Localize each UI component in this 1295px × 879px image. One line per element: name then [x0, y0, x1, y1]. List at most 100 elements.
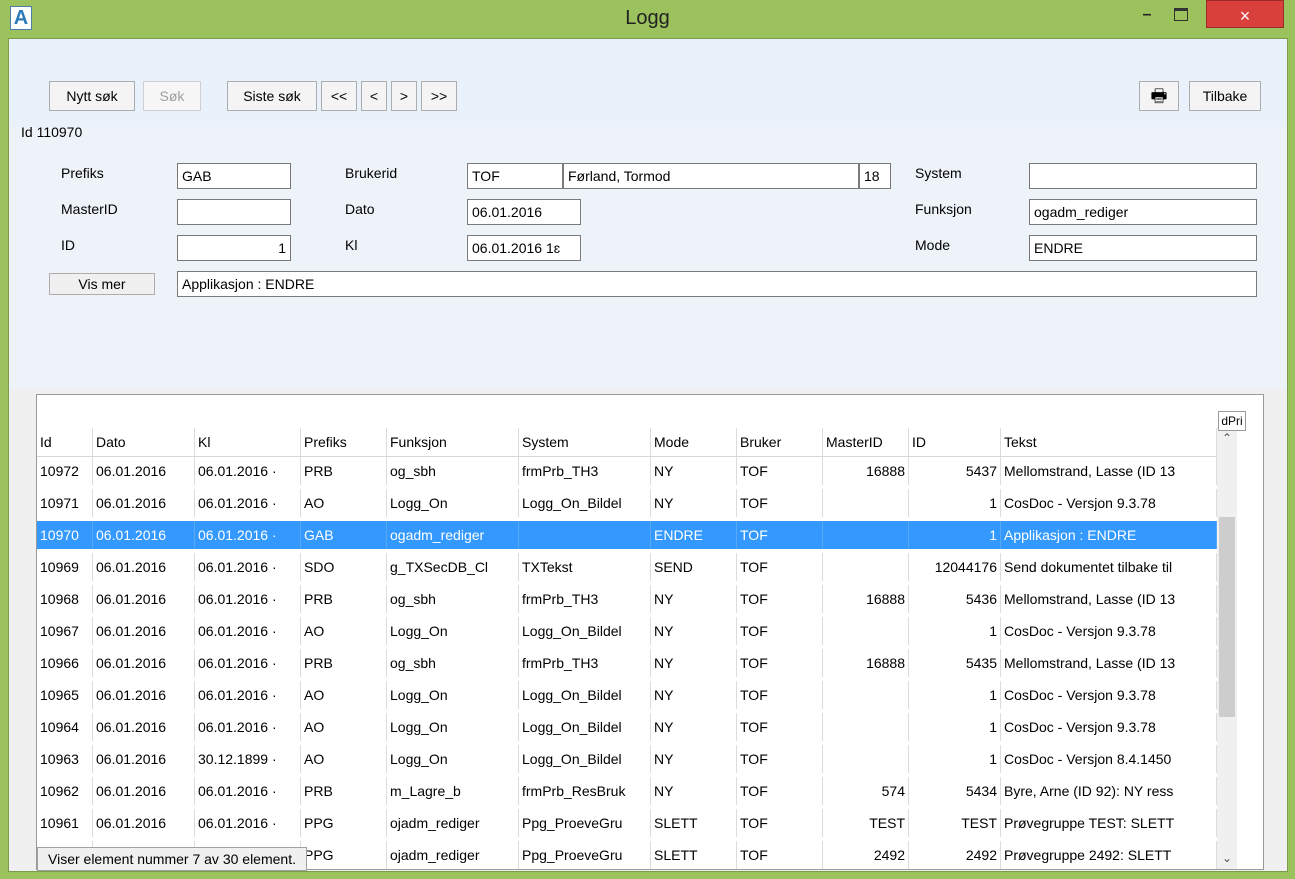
table-row[interactable]: 10967 06.01.2016 06.01.2016 · AO Logg_On Logg…	[37, 617, 1217, 645]
status-bar: Viser element nummer 7 av 30 element.	[37, 847, 307, 871]
log-grid[interactable]: dPri Id Dato Kl Prefiks Funksjon System Mode Br…	[36, 394, 1264, 870]
table-cell: SEND	[651, 553, 737, 581]
column-header[interactable]: Prefiks	[301, 428, 387, 456]
minimize-button[interactable]: –	[1132, 0, 1162, 30]
table-cell: 10965	[37, 681, 93, 709]
id-label: ID	[61, 237, 75, 253]
table-row[interactable]: 10970 06.01.2016 06.01.2016 · GAB ogadm_redi…	[37, 521, 1217, 549]
table-row[interactable]: 10964 06.01.2016 06.01.2016 · AO Logg_On Logg…	[37, 713, 1217, 741]
table-row[interactable]: 10969 06.01.2016 06.01.2016 · SDO g_TXSecDB_…	[37, 553, 1217, 581]
table-row[interactable]: 10962 06.01.2016 06.01.2016 · PRB m_Lagre_b f…	[37, 777, 1217, 805]
column-header[interactable]: Kl	[195, 428, 301, 456]
table-cell: TEST	[823, 809, 909, 837]
prefiks-label: Prefiks	[61, 165, 104, 181]
table-cell: Send dokumentet tilbake til	[1001, 553, 1217, 581]
column-header[interactable]: System	[519, 428, 651, 456]
table-cell: Mellomstrand, Lasse (ID 13	[1001, 649, 1217, 677]
table-cell: 06.01.2016 ·	[195, 649, 301, 677]
table-cell: TOF	[737, 681, 823, 709]
prefiks-field[interactable]: GAB	[177, 163, 291, 189]
table-cell: 10971	[37, 489, 93, 517]
funksjon-field[interactable]: ogadm_rediger	[1029, 199, 1257, 225]
table-cell: 16888	[823, 457, 909, 485]
table-cell: 06.01.2016 ·	[195, 489, 301, 517]
table-cell: CosDoc - Versjon 9.3.78	[1001, 713, 1217, 741]
table-cell: TOF	[737, 553, 823, 581]
table-cell: Logg_On_Bildel	[519, 617, 651, 645]
table-cell: CosDoc - Versjon 9.3.78	[1001, 617, 1217, 645]
table-cell: TOF	[737, 457, 823, 485]
table-cell: 06.01.2016	[93, 745, 195, 773]
column-header[interactable]: MasterID	[823, 428, 909, 456]
vis-mer-button[interactable]: Vis mer	[49, 273, 155, 295]
table-cell: 10967	[37, 617, 93, 645]
table-cell: Logg_On_Bildel	[519, 713, 651, 741]
system-field[interactable]	[1029, 163, 1257, 189]
table-cell: CosDoc - Versjon 8.4.1450	[1001, 745, 1217, 773]
table-row[interactable]: 10965 06.01.2016 06.01.2016 · AO Logg_On Logg…	[37, 681, 1217, 709]
table-cell: 06.01.2016	[93, 489, 195, 517]
column-header[interactable]: Id	[37, 428, 93, 456]
previous-record-button[interactable]: <	[361, 81, 387, 111]
column-header[interactable]: Funksjon	[387, 428, 519, 456]
table-cell: 2492	[909, 841, 1001, 869]
new-search-button[interactable]: Nytt søk	[49, 81, 135, 111]
table-cell: 16888	[823, 649, 909, 677]
column-header[interactable]: Mode	[651, 428, 737, 456]
table-cell: NY	[651, 585, 737, 613]
table-cell: 06.01.2016	[93, 521, 195, 549]
table-cell: 10961	[37, 809, 93, 837]
table-row[interactable]: 10971 06.01.2016 06.01.2016 · AO Logg_On Logg…	[37, 489, 1217, 517]
mode-field[interactable]: ENDRE	[1029, 235, 1257, 261]
table-row[interactable]: 10961 06.01.2016 06.01.2016 · PPG ojadm_redi…	[37, 809, 1217, 837]
scroll-up-icon[interactable]: ⌃	[1217, 431, 1237, 449]
table-row[interactable]: 10966 06.01.2016 06.01.2016 · PRB og_sbh frmP…	[37, 649, 1217, 677]
table-cell	[823, 521, 909, 549]
close-button[interactable]: ×	[1206, 0, 1284, 28]
table-cell: 5435	[909, 649, 1001, 677]
maximize-button[interactable]	[1164, 0, 1198, 30]
masterid-field[interactable]	[177, 199, 291, 225]
toolbar: Nytt søk Søk Siste søk << < > >> 🖶 Tilba…	[9, 39, 1287, 127]
column-header[interactable]: ID	[909, 428, 1001, 456]
next-record-button[interactable]: >	[391, 81, 417, 111]
kl-field[interactable]: 06.01.2016 1ɛ	[467, 235, 581, 261]
table-cell: TOF	[737, 713, 823, 741]
table-cell: 16888	[823, 585, 909, 613]
table-cell: frmPrb_ResBruk	[519, 777, 651, 805]
column-header[interactable]: Bruker	[737, 428, 823, 456]
table-cell: 1	[909, 745, 1001, 773]
table-cell: ogadm_rediger	[387, 521, 519, 549]
vertical-scrollbar[interactable]: ⌃ ⌄	[1217, 431, 1237, 869]
scrollbar-thumb[interactable]	[1219, 517, 1235, 717]
last-search-button[interactable]: Siste søk	[227, 81, 317, 111]
table-row[interactable]: 10972 06.01.2016 06.01.2016 · PRB og_sbh frmP…	[37, 457, 1217, 485]
last-record-button[interactable]: >>	[421, 81, 457, 111]
table-row[interactable]: 10968 06.01.2016 06.01.2016 · PRB og_sbh frmP…	[37, 585, 1217, 613]
table-cell: AO	[301, 617, 387, 645]
table-row[interactable]: 10963 06.01.2016 30.12.1899 · AO Logg_On Logg…	[37, 745, 1217, 773]
table-cell: frmPrb_TH3	[519, 585, 651, 613]
table-cell	[823, 553, 909, 581]
first-record-button[interactable]: <<	[321, 81, 357, 111]
table-cell: SLETT	[651, 809, 737, 837]
table-cell: NY	[651, 745, 737, 773]
brukerid-field[interactable]: TOF	[467, 163, 563, 189]
search-button[interactable]: Søk	[143, 81, 201, 111]
dato-field[interactable]: 06.01.2016	[467, 199, 581, 225]
column-header[interactable]: Tekst	[1001, 428, 1217, 456]
tekst-field[interactable]: Applikasjon : ENDRE	[177, 271, 1257, 297]
table-cell: TEST	[909, 809, 1001, 837]
funksjon-label: Funksjon	[915, 201, 972, 217]
table-cell: 10970	[37, 521, 93, 549]
scroll-down-icon[interactable]: ⌄	[1217, 851, 1237, 869]
back-button[interactable]: Tilbake	[1189, 81, 1261, 111]
bruker-number-field: 18	[859, 163, 891, 189]
table-cell	[823, 745, 909, 773]
table-cell: PRB	[301, 585, 387, 613]
id-field[interactable]: 1	[177, 235, 291, 261]
column-header[interactable]: Dato	[93, 428, 195, 456]
title-bar[interactable]: A Logg – ×	[0, 0, 1295, 38]
print-icon[interactable]: 🖶	[1139, 81, 1179, 111]
table-cell: TOF	[737, 649, 823, 677]
